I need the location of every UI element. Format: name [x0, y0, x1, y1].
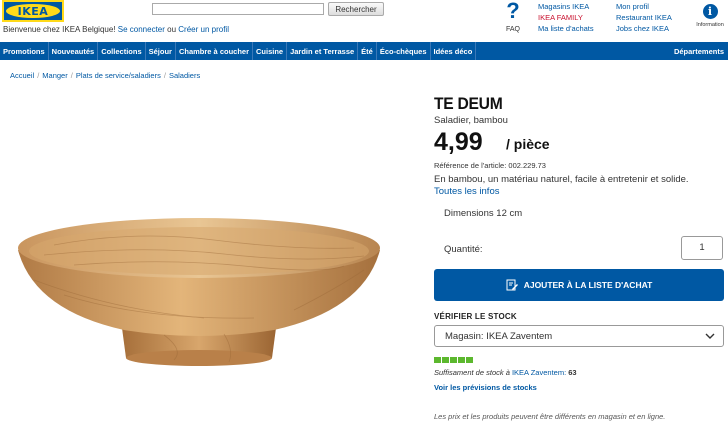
add-to-shopping-list-button[interactable]: AJOUTER À LA LISTE D'ACHAT	[434, 269, 724, 301]
header-links-col2: Mon profil Restaurant IKEA Jobs chez IKE…	[616, 1, 672, 34]
restaurant-link[interactable]: Restaurant IKEA	[616, 12, 672, 23]
price-unit: / pièce	[506, 136, 550, 152]
logo-oval: IKEA	[6, 4, 60, 18]
breadcrumb-separator: /	[163, 71, 166, 80]
login-link[interactable]: Se connecter	[118, 25, 165, 34]
stock-level-bar	[434, 357, 441, 363]
stock-status: Suffisament de stock à IKEA Zaventem: 63	[434, 368, 577, 377]
stock-count: 63	[568, 368, 577, 377]
quantity-label: Quantité:	[444, 244, 483, 255]
stock-level-bar	[450, 357, 457, 363]
product-material: En bambou, un matériau naturel, facile à…	[434, 174, 689, 185]
pencil-list-icon	[506, 279, 518, 291]
all-info-link[interactable]: Toutes les infos	[434, 186, 499, 197]
question-icon: ?	[506, 0, 520, 23]
nav-item-departements[interactable]: Départements	[671, 42, 728, 60]
reference-label: Référence de l'article:	[434, 161, 507, 170]
logo-text: IKEA	[17, 4, 49, 18]
product-price: 4,99	[434, 128, 483, 156]
breadcrumb-item-manger[interactable]: Manger	[42, 71, 67, 80]
breadcrumb-item-saladiers[interactable]: Saladiers	[169, 71, 200, 80]
reference-number: 002.229.73	[508, 161, 546, 170]
product-name: TE DEUM	[434, 94, 503, 113]
information-link[interactable]: i Information	[694, 0, 726, 28]
dimensions-label: Dimensions	[444, 208, 494, 219]
faq-label: FAQ	[505, 26, 520, 33]
header-links-col1: Magasins IKEA IKEA FAMILY Ma liste d'ach…	[538, 1, 594, 34]
welcome-bar: Bienvenue chez IKEA Belgique! Se connect…	[3, 25, 229, 34]
or-text: ou	[167, 25, 177, 34]
add-button-label: AJOUTER À LA LISTE D'ACHAT	[523, 280, 653, 290]
stock-status-text: Suffisament de stock à	[434, 368, 510, 377]
store-select-value: Magasin: IKEA Zaventem	[445, 330, 553, 342]
breadcrumb-separator: /	[37, 71, 40, 80]
info-icon: i	[702, 4, 718, 19]
welcome-text: Bienvenue chez IKEA Belgique!	[3, 25, 116, 34]
quantity-input[interactable]: 1	[681, 236, 723, 260]
store-select[interactable]: Magasin: IKEA Zaventem	[434, 325, 724, 347]
profile-link[interactable]: Mon profil	[616, 1, 672, 12]
create-profile-link[interactable]: Créer un profil	[178, 25, 229, 34]
shopping-list-link[interactable]: Ma liste d'achats	[538, 23, 594, 34]
breadcrumb-item-accueil[interactable]: Accueil	[10, 71, 34, 80]
stock-level-bar	[458, 357, 465, 363]
product-description: Saladier, bambou	[434, 115, 508, 126]
breadcrumb-separator: /	[70, 71, 73, 80]
price-disclaimer: Les prix et les produits peuvent être di…	[434, 412, 666, 421]
nav-item-nouveautes[interactable]: Nouveautés	[49, 42, 99, 60]
search-input[interactable]	[152, 3, 324, 15]
product-dimensions: Dimensions 12 cm	[444, 208, 522, 219]
main-nav: Promotions Nouveautés Collections Séjour…	[0, 42, 728, 60]
nav-item-sejour[interactable]: Séjour	[146, 42, 176, 60]
stock-forecast-link[interactable]: Voir les prévisions de stocks	[434, 383, 537, 392]
ikea-family-link[interactable]: IKEA FAMILY	[538, 12, 594, 23]
ikea-logo[interactable]: IKEA	[2, 0, 64, 22]
nav-item-idees-deco[interactable]: Idées déco	[431, 42, 477, 60]
breadcrumb: Accueil / Manger / Plats de service/saladier…	[10, 71, 200, 80]
breadcrumb-item-plats[interactable]: Plats de service/saladiers	[76, 71, 161, 80]
stock-check-title: VÉRIFIER LE STOCK	[434, 312, 517, 321]
store-link[interactable]: IKEA Zaventem:	[512, 368, 566, 377]
stores-link[interactable]: Magasins IKEA	[538, 1, 594, 12]
nav-item-collections[interactable]: Collections	[98, 42, 146, 60]
nav-item-eco-cheques[interactable]: Éco-chèques	[377, 42, 431, 60]
stock-level-bar	[466, 357, 473, 363]
search-button[interactable]: Rechercher	[328, 2, 384, 16]
nav-item-jardin[interactable]: Jardin et Terrasse	[287, 42, 359, 60]
stock-level-bar	[442, 357, 449, 363]
nav-item-chambre[interactable]: Chambre à coucher	[176, 42, 253, 60]
nav-item-ete[interactable]: Été	[358, 42, 377, 60]
faq-link[interactable]: ? FAQ	[502, 0, 524, 33]
dimensions-value: 12 cm	[496, 208, 523, 219]
chevron-down-icon	[705, 333, 715, 339]
product-image-bowl	[18, 218, 380, 366]
stock-level-indicator	[434, 357, 473, 363]
jobs-link[interactable]: Jobs chez IKEA	[616, 23, 672, 34]
info-label: Information	[696, 22, 724, 28]
article-reference: Référence de l'article: 002.229.73	[434, 161, 546, 170]
nav-item-promotions[interactable]: Promotions	[0, 42, 49, 60]
nav-item-cuisine[interactable]: Cuisine	[253, 42, 288, 60]
